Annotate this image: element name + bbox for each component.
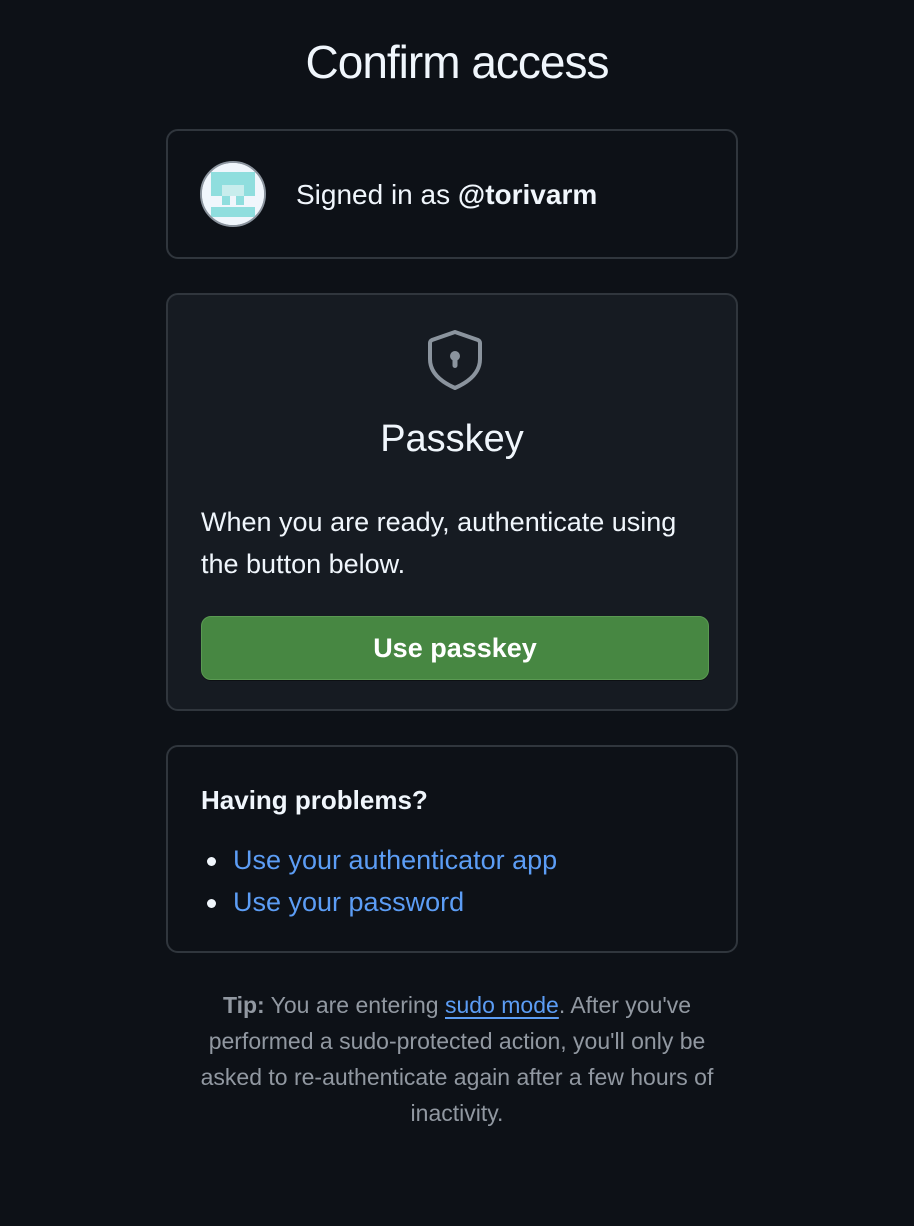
use-authenticator-app-link[interactable]: Use your authenticator app bbox=[233, 845, 557, 875]
alternative-methods-list: Use your authenticator app Use your pass… bbox=[201, 839, 557, 923]
list-item: Use your password bbox=[201, 881, 557, 923]
passkey-card: Passkey When you are ready, authenticate… bbox=[166, 293, 738, 711]
shield-lock-icon bbox=[428, 330, 482, 390]
tip-label: Tip: bbox=[222, 992, 265, 1018]
sudo-mode-link[interactable]: sudo mode bbox=[445, 992, 559, 1018]
use-password-link[interactable]: Use your password bbox=[233, 887, 464, 917]
identicon-icon bbox=[202, 163, 264, 225]
tip-text-before: You are entering bbox=[264, 992, 445, 1018]
avatar bbox=[200, 161, 266, 227]
having-problems-card: Having problems? Use your authenticator … bbox=[166, 745, 738, 953]
list-item: Use your authenticator app bbox=[201, 839, 557, 881]
signed-in-prefix: Signed in as bbox=[296, 179, 458, 210]
username: @torivarm bbox=[457, 179, 598, 210]
use-passkey-button[interactable]: Use passkey bbox=[201, 616, 709, 680]
passkey-title: Passkey bbox=[380, 418, 524, 460]
confirm-access-page: Confirm access Signed in as @torivarm Pa… bbox=[0, 0, 914, 1226]
passkey-description: When you are ready, authenticate using t… bbox=[201, 507, 677, 579]
signed-in-card: Signed in as @torivarm bbox=[166, 129, 738, 259]
signed-in-text: Signed in as @torivarm bbox=[296, 177, 597, 213]
sudo-tip: Tip: You are entering sudo mode. After y… bbox=[190, 987, 724, 1131]
problems-title: Having problems? bbox=[201, 785, 428, 815]
page-title: Confirm access bbox=[305, 36, 610, 88]
